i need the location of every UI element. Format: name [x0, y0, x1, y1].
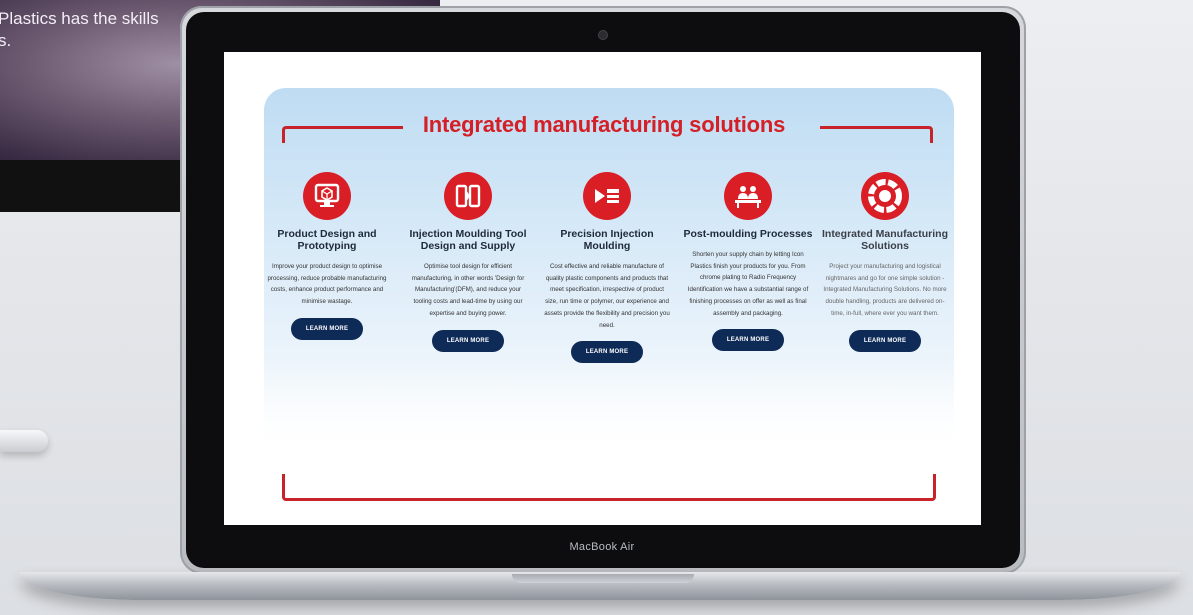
service-card-integrated-solutions: Integrated Manufacturing Solutions Proje… — [815, 172, 955, 352]
service-card-tool-design: Injection Moulding Tool Design and Suppl… — [398, 172, 538, 352]
learn-more-button[interactable]: LEARN MORE — [571, 341, 643, 364]
heading-bracket-right — [820, 126, 933, 143]
laptop-screen: Integrated manufacturing solutions Produ… — [224, 52, 981, 525]
service-description: Optimise tool design for efficient manuf… — [411, 263, 525, 317]
cycle-ring-icon — [861, 172, 909, 220]
learn-more-button[interactable]: LEARN MORE — [849, 329, 921, 352]
service-description: Project your manufacturing and logistica… — [823, 263, 947, 317]
background-monitor-text: Plastics has the skills s. — [0, 9, 159, 50]
service-card-product-design: Product Design and Prototyping Improve y… — [257, 172, 397, 340]
service-title: Post-moulding Processes — [683, 228, 813, 240]
learn-more-button[interactable]: LEARN MORE — [432, 329, 504, 352]
section-heading: Integrated manufacturing solutions — [422, 112, 786, 137]
service-description: Cost effective and reliable manufacture … — [544, 263, 670, 329]
laptop-hinge-notch — [512, 574, 694, 583]
service-card-post-moulding: Post-moulding Processes Shorten your sup… — [678, 172, 818, 352]
service-card-precision-moulding: Precision Injection Moulding Cost effect… — [537, 172, 677, 364]
tool-mould-icon — [444, 172, 492, 220]
assembly-workers-icon — [724, 172, 772, 220]
laptop-brand-label: MacBook Air — [569, 541, 635, 553]
camera-icon — [599, 31, 607, 39]
service-description: Shorten your supply chain by letting Ico… — [687, 251, 809, 317]
injection-machine-icon — [583, 172, 631, 220]
service-title: Product Design and Prototyping — [277, 228, 377, 252]
background-monitor-stand — [0, 430, 48, 452]
learn-more-button[interactable]: LEARN MORE — [712, 329, 784, 352]
monitor-cube-icon — [303, 172, 351, 220]
service-title: Injection Moulding Tool Design and Suppl… — [409, 228, 527, 252]
learn-more-button[interactable]: LEARN MORE — [291, 317, 363, 340]
service-title: Precision Injection Moulding — [560, 228, 654, 252]
service-title: Integrated Manufacturing Solutions — [821, 228, 948, 252]
service-description: Improve your product design to optimise … — [267, 263, 387, 306]
panel-bracket-bottom — [282, 474, 936, 501]
heading-bracket-left — [282, 126, 403, 143]
